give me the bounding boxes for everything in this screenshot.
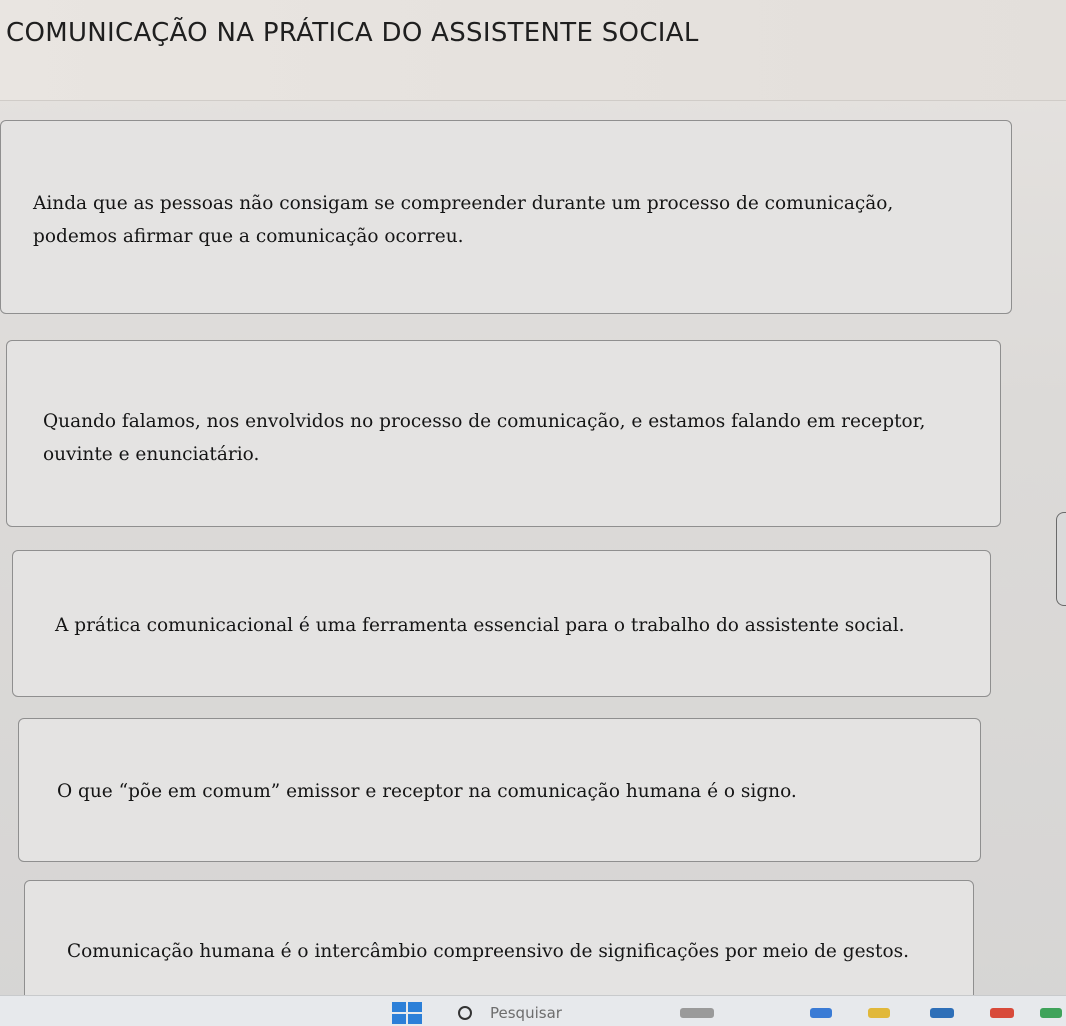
scroll-handle[interactable] bbox=[1056, 512, 1066, 606]
statement-card-3[interactable]: A prática comunicacional é uma ferrament… bbox=[12, 550, 991, 697]
search-icon[interactable] bbox=[458, 1006, 472, 1020]
tray-app-icon[interactable] bbox=[930, 1008, 954, 1018]
tray-app-icon[interactable] bbox=[868, 1008, 890, 1018]
statement-text: Quando falamos, nos envolvidos no proces… bbox=[43, 411, 926, 465]
taskbar: Pesquisar bbox=[0, 995, 1066, 1026]
statement-text: O que “põe em comum” emissor e receptor … bbox=[57, 781, 797, 802]
statement-text: Ainda que as pessoas não consigam se com… bbox=[33, 193, 894, 247]
tray-app-icon[interactable] bbox=[1040, 1008, 1062, 1018]
tray-app-icon[interactable] bbox=[680, 1008, 714, 1018]
statement-card-1[interactable]: Ainda que as pessoas não consigam se com… bbox=[0, 120, 1012, 314]
taskbar-search-label[interactable]: Pesquisar bbox=[490, 1004, 562, 1022]
page-header: COMUNICAÇÃO NA PRÁTICA DO ASSISTENTE SOC… bbox=[0, 0, 1066, 101]
statement-card-5[interactable]: Comunicação humana é o intercâmbio compr… bbox=[24, 880, 974, 1010]
statement-text: A prática comunicacional é uma ferrament… bbox=[55, 615, 905, 636]
statement-card-2[interactable]: Quando falamos, nos envolvidos no proces… bbox=[6, 340, 1001, 527]
tray-app-icon[interactable] bbox=[990, 1008, 1014, 1018]
statement-text: Comunicação humana é o intercâmbio compr… bbox=[67, 941, 909, 962]
tray-app-icon[interactable] bbox=[810, 1008, 832, 1018]
page-title: COMUNICAÇÃO NA PRÁTICA DO ASSISTENTE SOC… bbox=[6, 18, 699, 48]
windows-start-icon[interactable] bbox=[392, 1002, 422, 1024]
statement-card-4[interactable]: O que “põe em comum” emissor e receptor … bbox=[18, 718, 981, 862]
